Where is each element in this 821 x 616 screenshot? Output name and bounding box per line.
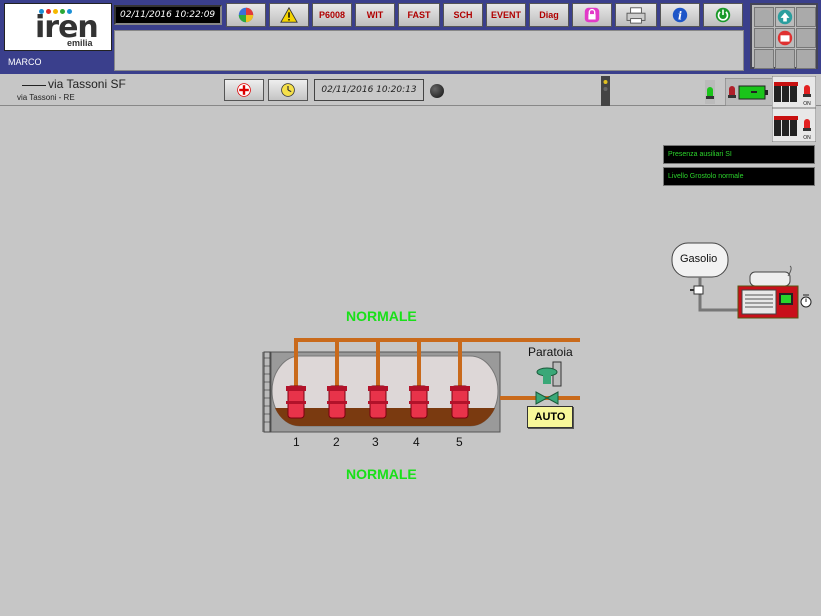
pump-4-label: 4 (413, 435, 420, 449)
pump-3[interactable] (368, 385, 388, 419)
gate-valve[interactable] (535, 361, 562, 405)
pump-5[interactable] (450, 385, 470, 419)
pump-2[interactable] (327, 385, 347, 419)
scada-screen: iren emilia MARCO 02/11/2016 10:22:09 P6… (0, 0, 821, 616)
gate-auto-button[interactable]: AUTO (527, 406, 573, 428)
pump-1[interactable] (286, 385, 306, 419)
pump-2-label: 2 (333, 435, 340, 449)
diesel-tank-label: Gasolio (680, 253, 718, 265)
upstream-level-status: NORMALE (346, 308, 417, 324)
fuel-line (698, 277, 740, 312)
pump-1-label: 1 (293, 435, 300, 449)
pump-4[interactable] (409, 385, 429, 419)
generator[interactable] (737, 265, 799, 319)
pump-5-label: 5 (456, 435, 463, 449)
gate-label: Paratoia (528, 345, 573, 359)
downstream-level-status: NORMALE (346, 466, 417, 482)
fuel-valve-icon (690, 285, 704, 295)
timer-icon (800, 294, 812, 308)
pump-3-label: 3 (372, 435, 379, 449)
